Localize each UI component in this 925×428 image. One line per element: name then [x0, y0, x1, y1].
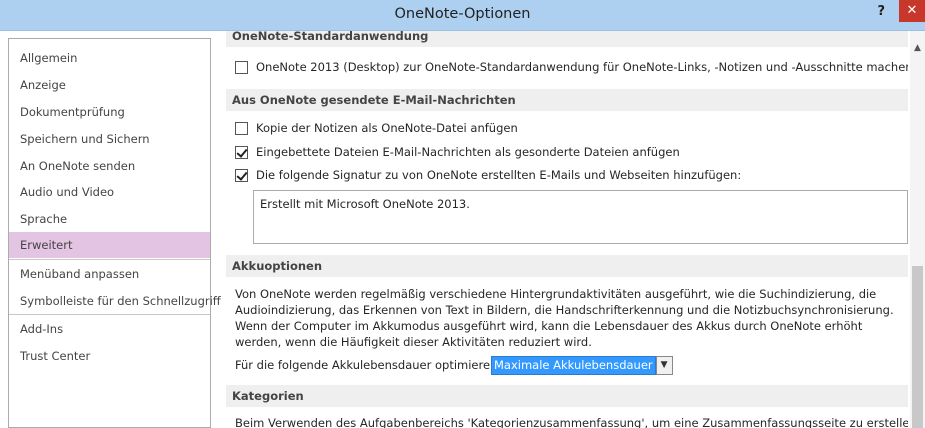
- scroll-up-arrow-icon[interactable]: ▲: [910, 43, 925, 53]
- sidebar-item-anzeige[interactable]: Anzeige: [9, 72, 210, 98]
- sidebar-item-senden[interactable]: An OneNote senden: [9, 153, 210, 179]
- battery-optimize-dropdown[interactable]: Maximale Akkulebensdauer ▼: [491, 356, 673, 375]
- sidebar-item-allgemein[interactable]: Allgemein: [9, 45, 210, 71]
- sidebar-item-menueband[interactable]: Menüband anpassen: [9, 261, 210, 287]
- close-button[interactable]: ✕: [899, 0, 925, 22]
- option-label: Kopie der Notizen als OneNote-Datei anfü…: [256, 121, 518, 135]
- section-header-akkuoptionen: Akkuoptionen: [226, 255, 908, 277]
- categories-description: Beim Verwenden des Aufgabenbereichs 'Kat…: [235, 416, 908, 428]
- checkbox-signature[interactable]: [235, 168, 248, 182]
- option-standardanwendung[interactable]: OneNote 2013 (Desktop) zur OneNote-Stand…: [235, 60, 908, 74]
- option-label: OneNote 2013 (Desktop) zur OneNote-Stand…: [256, 60, 908, 74]
- battery-optimize-label: Für die folgende Akkulebensdauer optimie…: [235, 358, 502, 372]
- sidebar-item-add-ins[interactable]: Add-Ins: [9, 316, 210, 342]
- sidebar-item-trust-center[interactable]: Trust Center: [9, 343, 210, 369]
- options-content: OneNote-Standardanwendung OneNote 2013 (…: [217, 31, 908, 428]
- checkbox-standardanwendung[interactable]: [235, 60, 248, 74]
- section-header-standardanwendung: OneNote-Standardanwendung: [226, 31, 908, 47]
- option-label: Die folgende Signatur zu von OneNote ers…: [256, 168, 742, 182]
- sidebar-item-audio-video[interactable]: Audio und Video: [9, 179, 210, 205]
- window-title: OneNote-Optionen: [394, 6, 531, 22]
- scrollbar-thumb[interactable]: [912, 266, 923, 428]
- dropdown-selected-value[interactable]: Maximale Akkulebensdauer: [491, 356, 656, 375]
- option-label: Eingebettete Dateien E-Mail-Nachrichten …: [256, 145, 680, 159]
- sidebar-divider: [9, 314, 210, 315]
- checkbox-copy-notes[interactable]: [235, 121, 248, 135]
- checkbox-embedded-files[interactable]: [235, 145, 248, 159]
- options-dialog-body: Allgemein Anzeige Dokumentprüfung Speich…: [0, 31, 925, 428]
- sidebar-divider: [9, 259, 210, 260]
- sidebar-item-dokumentpruefung[interactable]: Dokumentprüfung: [9, 99, 210, 125]
- option-copy-onenote-file[interactable]: Kopie der Notizen als OneNote-Datei anfü…: [235, 121, 518, 135]
- section-header-kategorien: Kategorien: [226, 385, 908, 407]
- option-embedded-files[interactable]: Eingebettete Dateien E-Mail-Nachrichten …: [235, 145, 680, 159]
- sidebar-item-schnellzugriff[interactable]: Symbolleiste für den Schnellzugriff: [9, 288, 221, 314]
- chevron-down-icon[interactable]: ▼: [655, 356, 673, 375]
- sidebar-item-speichern[interactable]: Speichern und Sichern: [9, 126, 210, 152]
- content-scrollbar[interactable]: ▲: [910, 31, 925, 428]
- options-sidebar: Allgemein Anzeige Dokumentprüfung Speich…: [8, 38, 221, 428]
- window-titlebar: OneNote-Optionen ? ✕: [0, 0, 925, 31]
- option-signature[interactable]: Die folgende Signatur zu von OneNote ers…: [235, 168, 741, 182]
- section-header-email: Aus OneNote gesendete E-Mail-Nachrichten: [226, 89, 908, 111]
- help-button[interactable]: ?: [877, 4, 885, 19]
- signature-textbox[interactable]: Erstellt mit Microsoft OneNote 2013.: [253, 190, 908, 244]
- sidebar-item-sprache[interactable]: Sprache: [9, 206, 210, 232]
- battery-description: Von OneNote werden regelmäßig verschiede…: [235, 287, 894, 349]
- sidebar-item-erweitert[interactable]: Erweitert: [9, 232, 210, 258]
